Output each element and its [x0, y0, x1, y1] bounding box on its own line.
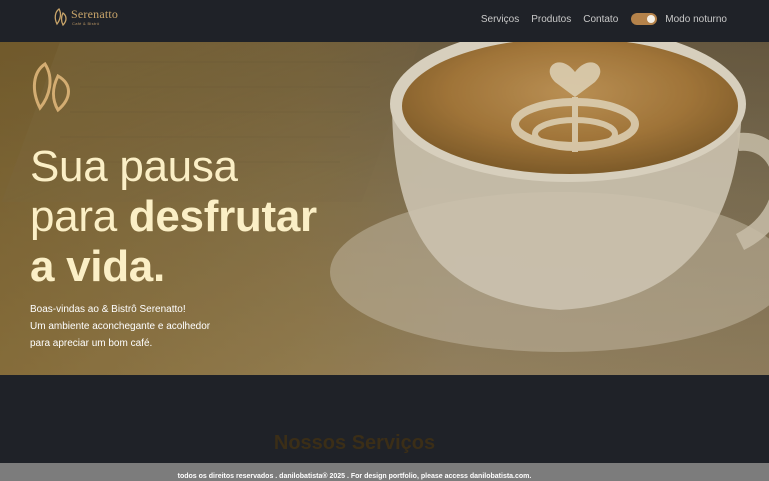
hero-description: Boas-vindas ao & Bistrô Serenatto! Um am… — [30, 301, 210, 352]
footer-text: todos os direitos reservados . danilobat… — [177, 473, 532, 480]
hero-text-line2: Um ambiente aconchegante e acolhedor — [30, 321, 211, 332]
services-title: Nossos Serviços — [273, 432, 436, 454]
main-nav: Serviços Produtos Contato Modo noturno — [481, 0, 727, 38]
hero-text-line3: para apreciar um bom café. — [30, 338, 153, 349]
hero-leaf-icon — [32, 61, 70, 113]
hero-title-line2: para — [30, 192, 129, 241]
brand-name: Serenatto — [71, 7, 119, 21]
dark-mode-label: Modo noturno — [665, 13, 727, 25]
nav-link-servicos[interactable]: Serviços — [481, 14, 519, 25]
hero-section: Sua pausa para desfrutar a vida. Boas-vi… — [0, 42, 769, 375]
leaf-logo-icon — [54, 8, 67, 27]
brand-logo[interactable]: Serenatto Café & Bistrô — [54, 7, 118, 27]
brand-subtitle: Café & Bistrô — [72, 21, 100, 26]
nav-link-contato[interactable]: Contato — [583, 14, 618, 25]
hero-title: Sua pausa para desfrutar a vida. — [30, 142, 317, 292]
services-section: Nossos Serviços — [0, 375, 769, 463]
site-header: Serenatto Café & Bistrô Serviços Produto… — [0, 0, 769, 42]
nav-link-produtos[interactable]: Produtos — [531, 14, 571, 25]
toggle-knob — [647, 15, 656, 23]
hero-title-line1: Sua pausa — [30, 142, 238, 191]
dark-mode-toggle[interactable] — [631, 13, 658, 25]
hero-text-line1: Boas-vindas ao & Bistrô Serenatto! — [30, 304, 186, 315]
hero-title-line3: a vida. — [30, 242, 165, 291]
hero-title-emphasis: desfrutar — [128, 192, 317, 241]
site-footer: todos os direitos reservados . danilobat… — [0, 463, 769, 481]
